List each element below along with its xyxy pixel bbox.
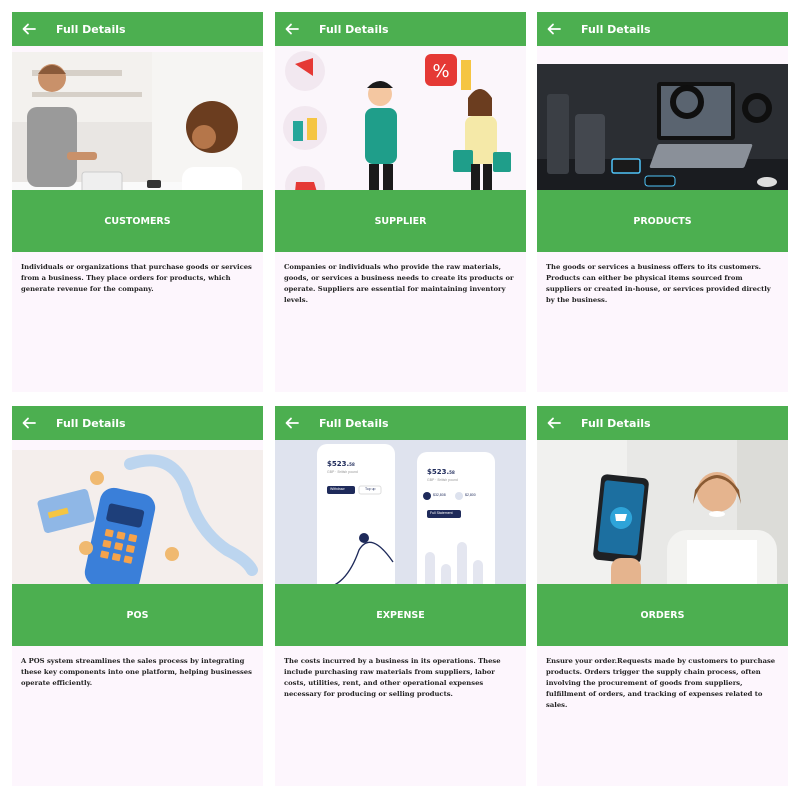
card-label-button[interactable]: SUPPLIER bbox=[275, 190, 526, 252]
card-description: Individuals or organizations that purcha… bbox=[21, 263, 252, 293]
expense-amount-2: $523.58 bbox=[427, 468, 455, 476]
back-button[interactable] bbox=[12, 406, 46, 440]
topup-button[interactable]: Top up bbox=[365, 487, 376, 491]
expense-amount: $523.58 bbox=[327, 460, 355, 468]
back-button[interactable] bbox=[275, 12, 309, 46]
stat-1: $32,808 bbox=[433, 493, 446, 497]
card-header: Full Details bbox=[537, 406, 788, 440]
card-description: Ensure your order.Requests made by custo… bbox=[546, 657, 776, 709]
expense-currency-2: GBP · British pound bbox=[427, 478, 458, 482]
stat-2: $2,800 bbox=[465, 493, 476, 497]
header-title: Full Details bbox=[319, 416, 389, 430]
card-label-button[interactable]: POS bbox=[12, 584, 263, 646]
back-button[interactable] bbox=[537, 406, 571, 440]
header-title: Full Details bbox=[56, 416, 126, 430]
card-supplier: Full Details % SUPPLIER Companies or ind… bbox=[275, 12, 526, 392]
arrow-left-icon bbox=[285, 417, 299, 429]
card-description: A POS system streamlines the sales proce… bbox=[21, 657, 252, 687]
header-title: Full Details bbox=[319, 22, 389, 36]
card-header: Full Details bbox=[12, 12, 263, 46]
svg-text:%: % bbox=[432, 61, 449, 82]
back-button[interactable] bbox=[537, 12, 571, 46]
expense-currency: GBP · British pound bbox=[327, 470, 358, 474]
card-header: Full Details bbox=[537, 12, 788, 46]
card-pos: Full Details POS A POS system streamline… bbox=[12, 406, 263, 786]
card-expense: Full Details $523.58 GBP · British pound… bbox=[275, 406, 526, 786]
arrow-left-icon bbox=[22, 23, 36, 35]
withdraw-button[interactable]: Withdraw bbox=[330, 487, 345, 491]
card-label-button[interactable]: PRODUCTS bbox=[537, 190, 788, 252]
card-header: Full Details bbox=[12, 406, 263, 440]
card-customers: Full Details CUSTOMERS Individuals or or… bbox=[12, 12, 263, 392]
back-button[interactable] bbox=[12, 12, 46, 46]
card-description: Companies or individuals who provide the… bbox=[284, 263, 514, 304]
full-statement-button[interactable]: Full Statement bbox=[430, 511, 453, 515]
card-description: The goods or services a business offers … bbox=[546, 263, 771, 304]
header-title: Full Details bbox=[581, 22, 651, 36]
card-label-button[interactable]: CUSTOMERS bbox=[12, 190, 263, 252]
card-header: Full Details bbox=[275, 406, 526, 440]
header-title: Full Details bbox=[56, 22, 126, 36]
card-header: Full Details bbox=[275, 12, 526, 46]
card-description: The costs incurred by a business in its … bbox=[284, 657, 501, 698]
back-button[interactable] bbox=[275, 406, 309, 440]
card-orders: Full Details ORDERS Ensure your order.Re… bbox=[537, 406, 788, 786]
arrow-left-icon bbox=[285, 23, 299, 35]
card-products: Full Details PRODUCTS The goods or servi… bbox=[537, 12, 788, 392]
arrow-left-icon bbox=[22, 417, 36, 429]
products-image bbox=[537, 64, 788, 206]
card-label-button[interactable]: ORDERS bbox=[537, 584, 788, 646]
header-title: Full Details bbox=[581, 416, 651, 430]
card-label-button[interactable]: EXPENSE bbox=[275, 584, 526, 646]
arrow-left-icon bbox=[547, 417, 561, 429]
arrow-left-icon bbox=[547, 23, 561, 35]
